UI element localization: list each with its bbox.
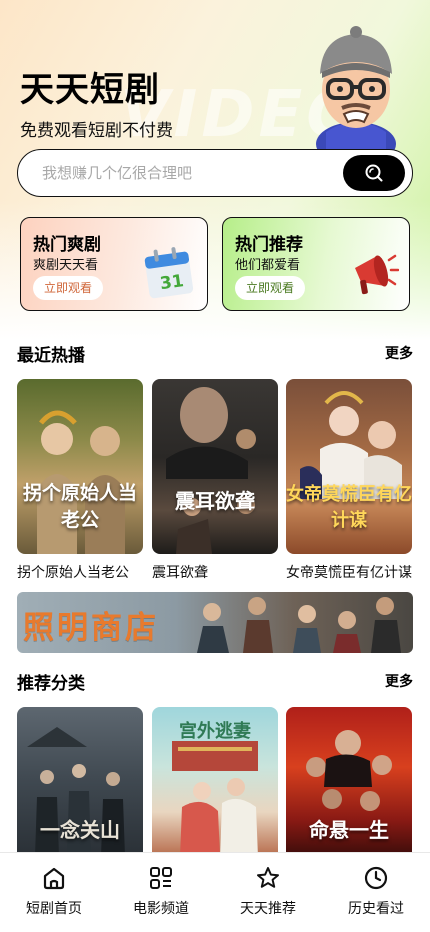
more-link-recommend[interactable]: 更多 — [385, 671, 413, 691]
drama-title: 震耳欲聋 — [152, 565, 208, 581]
tab-history[interactable]: 历史看过 — [326, 865, 426, 918]
watch-now-button[interactable]: 立即观看 — [33, 276, 104, 300]
watch-now-button[interactable]: 立即观看 — [235, 276, 306, 300]
promo-title: 热门推荐 — [235, 235, 303, 255]
banner-title: 照明商店 — [23, 610, 159, 646]
more-link-recent[interactable]: 更多 — [385, 343, 413, 363]
drama-poster: 拐个原始人当老公 — [17, 379, 143, 554]
drama-poster: 震耳欲聋 — [152, 379, 278, 554]
search-input[interactable] — [42, 150, 332, 195]
section-title-recent: 最近热播 — [17, 346, 85, 366]
megaphone-icon — [355, 254, 399, 295]
recommend-card[interactable]: 一念关山 — [17, 707, 143, 857]
app-title: 天天短剧 — [20, 70, 160, 110]
search-icon — [365, 164, 383, 182]
poster-title: 一念关山 — [40, 818, 120, 842]
tab-recommend[interactable]: 天天推荐 — [218, 865, 318, 918]
poster-title: 拐个原始人当老公 — [22, 482, 137, 531]
recommend-poster: 命悬一生 — [286, 707, 412, 857]
recommend-card[interactable]: 命悬一生 — [286, 707, 412, 857]
search-bar — [17, 149, 413, 197]
bottom-tab-bar: 短剧首页 电影频道 天天推荐 历史看过 — [0, 852, 430, 932]
grid-icon — [150, 867, 172, 889]
recommend-poster: 一念关山 — [17, 707, 143, 857]
app-subtitle: 免费观看短剧不付费 — [20, 121, 173, 141]
drama-title: 拐个原始人当老公 — [17, 565, 129, 581]
tab-label: 短剧首页 — [26, 901, 82, 917]
clock-icon — [364, 866, 388, 890]
calendar-icon: 31 — [144, 247, 194, 299]
recommend-poster: 宫外逃妻 — [152, 707, 278, 857]
promo-subtitle: 他们都爱看 — [235, 258, 301, 273]
recommend-card[interactable]: 宫外逃妻 — [152, 707, 278, 857]
poster-title: 震耳欲聋 — [175, 489, 255, 513]
drama-card[interactable]: 震耳欲聋 震耳欲聋 — [152, 379, 278, 582]
tab-label: 电影频道 — [133, 901, 189, 917]
promo-card-hot-drama[interactable]: 热门爽剧 爽剧天天看 立即观看 31 — [20, 217, 208, 311]
drama-card[interactable]: 女帝莫慌臣有亿计谋 女帝莫慌臣有亿计谋 — [286, 379, 412, 582]
mascot-avatar-icon — [316, 26, 396, 150]
poster-title: 女帝莫慌臣有亿计谋 — [286, 484, 412, 531]
drama-card[interactable]: 拐个原始人当老公 拐个原始人当老公 — [17, 379, 143, 582]
promo-subtitle: 爽剧天天看 — [33, 258, 99, 273]
poster-title: 宫外逃妻 — [179, 721, 251, 742]
tab-home[interactable]: 短剧首页 — [4, 865, 104, 918]
tab-movies[interactable]: 电影频道 — [111, 865, 211, 918]
drama-poster: 女帝莫慌臣有亿计谋 — [286, 379, 412, 554]
tab-label: 历史看过 — [348, 901, 404, 917]
poster-title: 命悬一生 — [309, 818, 389, 842]
promo-card-recommend[interactable]: 热门推荐 他们都爱看 立即观看 — [222, 217, 410, 311]
drama-title: 女帝莫慌臣有亿计谋 — [286, 565, 412, 581]
home-icon — [43, 867, 65, 890]
search-button[interactable] — [343, 155, 405, 191]
section-title-recommend: 推荐分类 — [17, 674, 85, 694]
promo-banner[interactable]: 照明商店 — [17, 592, 413, 653]
star-icon — [257, 867, 279, 888]
promo-title: 热门爽剧 — [33, 235, 101, 255]
svg-text:31: 31 — [159, 271, 185, 294]
tab-label: 天天推荐 — [240, 901, 296, 917]
